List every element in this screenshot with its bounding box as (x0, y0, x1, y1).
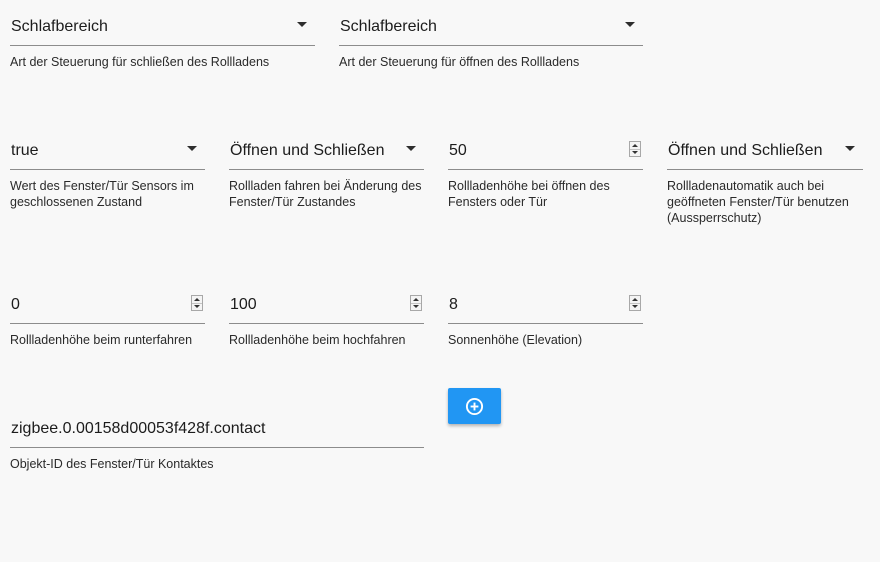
open-height-value: 50 (449, 142, 467, 159)
open-control-type-value: Schlafbereich (340, 18, 437, 35)
spinner-down-icon[interactable] (632, 305, 638, 308)
spinner-up-icon[interactable] (632, 298, 638, 301)
open-control-type-select[interactable]: Schlafbereich (339, 9, 643, 46)
spinner-up-icon[interactable] (413, 298, 419, 301)
lockout-protection-value: Öffnen und Schließen (668, 142, 823, 159)
spinner-up-icon[interactable] (632, 144, 638, 147)
dropdown-arrow-icon (187, 146, 197, 151)
sensor-closed-value-select[interactable]: true (10, 133, 205, 170)
spinner-down-icon[interactable] (632, 151, 638, 154)
sun-elevation-value: 8 (449, 296, 458, 313)
move-on-change-value: Öffnen und Schließen (230, 142, 385, 159)
plus-circle-icon (465, 397, 484, 416)
number-spinner[interactable] (629, 295, 641, 311)
down-height-label: Rollladenhöhe beim runterfahren (10, 333, 193, 347)
object-id-input[interactable]: zigbee.0.00158d00053f428f.contact (10, 411, 424, 448)
number-spinner[interactable] (629, 141, 641, 157)
spinner-divider (630, 149, 640, 150)
dropdown-arrow-icon (406, 146, 416, 151)
dropdown-arrow-icon (845, 146, 855, 151)
dropdown-arrow-icon (625, 22, 635, 27)
move-on-change-label: Rollladen fahren bei Änderung des Fenste… (229, 179, 422, 209)
lockout-protection-select[interactable]: Öffnen und Schließen (667, 133, 863, 170)
spinner-divider (630, 303, 640, 304)
open-height-field: 50 Rollladenhöhe bei öffnen des Fensters… (448, 133, 643, 210)
up-height-label: Rollladenhöhe beim hochfahren (229, 333, 406, 347)
sun-elevation-input[interactable]: 8 (448, 287, 643, 324)
open-height-label: Rollladenhöhe bei öffnen des Fensters od… (448, 179, 610, 209)
down-height-field: 0 Rollladenhöhe beim runterfahren (10, 287, 205, 348)
object-id-field: zigbee.0.00158d00053f428f.contact Objekt… (10, 411, 424, 472)
sensor-closed-value-field: true Wert des Fenster/Tür Sensors im ges… (10, 133, 205, 210)
close-control-type-field: Schlafbereich Art der Steuerung für schl… (10, 9, 315, 70)
up-height-input[interactable]: 100 (229, 287, 424, 324)
close-control-type-select[interactable]: Schlafbereich (10, 9, 315, 46)
number-spinner[interactable] (410, 295, 422, 311)
lockout-protection-label: Rollladenautomatik auch bei geöffneten F… (667, 179, 849, 225)
sensor-closed-value: true (11, 142, 39, 159)
move-on-change-select[interactable]: Öffnen und Schließen (229, 133, 424, 170)
down-height-value: 0 (11, 296, 20, 313)
spinner-down-icon[interactable] (194, 305, 200, 308)
spinner-divider (192, 303, 202, 304)
move-on-change-field: Öffnen und Schließen Rollladen fahren be… (229, 133, 424, 210)
sensor-closed-value-label: Wert des Fenster/Tür Sensors im geschlos… (10, 179, 194, 209)
dropdown-arrow-icon (297, 22, 307, 27)
spinner-down-icon[interactable] (413, 305, 419, 308)
settings-page: Schlafbereich Art der Steuerung für schl… (0, 0, 880, 562)
open-control-type-label: Art der Steuerung für öffnen des Rolllad… (339, 55, 580, 69)
sun-elevation-field: 8 Sonnenhöhe (Elevation) (448, 287, 643, 348)
add-object-button[interactable] (448, 388, 501, 424)
number-spinner[interactable] (191, 295, 203, 311)
spinner-up-icon[interactable] (194, 298, 200, 301)
close-control-type-label: Art der Steuerung für schließen des Roll… (10, 55, 270, 69)
object-id-value: zigbee.0.00158d00053f428f.contact (11, 420, 266, 437)
lockout-protection-field: Öffnen und Schließen Rollladenautomatik … (667, 133, 863, 226)
open-height-input[interactable]: 50 (448, 133, 643, 170)
close-control-type-value: Schlafbereich (11, 18, 108, 35)
sun-elevation-label: Sonnenhöhe (Elevation) (448, 333, 583, 347)
down-height-input[interactable]: 0 (10, 287, 205, 324)
up-height-field: 100 Rollladenhöhe beim hochfahren (229, 287, 424, 348)
spinner-divider (411, 303, 421, 304)
open-control-type-field: Schlafbereich Art der Steuerung für öffn… (339, 9, 643, 70)
object-id-label: Objekt-ID des Fenster/Tür Kontaktes (10, 457, 214, 471)
up-height-value: 100 (230, 296, 257, 313)
